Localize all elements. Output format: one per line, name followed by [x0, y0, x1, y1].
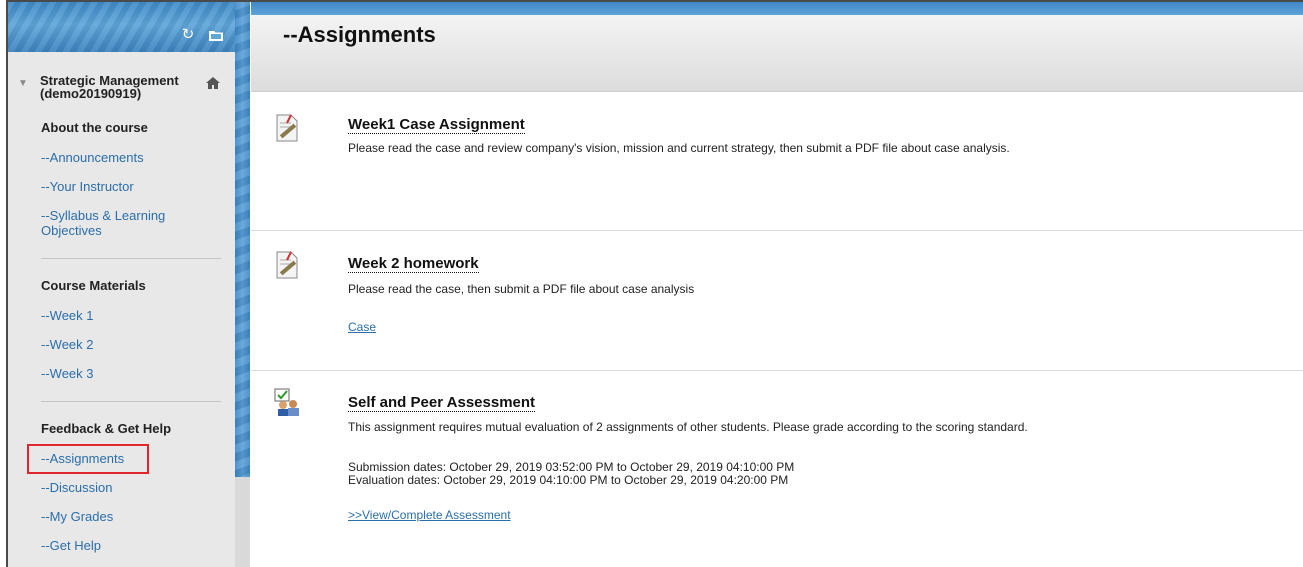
refresh-icon[interactable]: ↻: [178, 26, 198, 44]
nav-link-your-instructor[interactable]: --Your Instructor: [8, 179, 235, 194]
course-title[interactable]: Strategic Management (demo20190919): [40, 74, 190, 100]
sidebar-banner: ↻: [8, 2, 235, 52]
content-item: Week 2 homework Please read the case, th…: [251, 231, 1303, 371]
nav-link-my-grades[interactable]: --My Grades: [8, 509, 235, 524]
content-item: Week1 Case Assignment Please read the ca…: [251, 94, 1303, 231]
section-heading-about: About the course: [41, 120, 148, 135]
section-heading-course-materials: Course Materials: [41, 278, 146, 293]
nav-link-announcements[interactable]: --Announcements: [8, 150, 235, 165]
content-item: Self and Peer Assessment This assignment…: [251, 371, 1303, 567]
course-menu: About the course --Announcements --Your …: [8, 120, 235, 553]
content-area: --Assignments Week1 Case Assignment Plea…: [251, 2, 1303, 567]
page-title: --Assignments: [283, 22, 436, 47]
nav-link-syllabus[interactable]: --Syllabus & Learning Objectives: [8, 208, 178, 238]
submission-dates: Submission dates: October 29, 2019 03:52…: [348, 460, 795, 474]
assessment-title-link[interactable]: Self and Peer Assessment: [348, 395, 536, 412]
evaluation-dates: Evaluation dates: October 29, 2019 04:10…: [348, 473, 789, 487]
nav-link-week-2[interactable]: --Week 2: [8, 337, 235, 352]
assignment-description: Please read the case and review company'…: [348, 141, 1010, 155]
nav-link-get-help[interactable]: --Get Help: [8, 538, 235, 553]
view-complete-assessment-link[interactable]: >>View/Complete Assessment: [348, 508, 511, 522]
assignment-title-link[interactable]: Week 2 homework: [348, 256, 479, 273]
assignment-title-link[interactable]: Week1 Case Assignment: [348, 117, 525, 134]
page-header: --Assignments: [251, 15, 1303, 92]
assignment-icon: [276, 114, 298, 142]
folder-icon[interactable]: [206, 26, 226, 44]
assignment-icon: [276, 251, 298, 279]
peer-assessment-icon: [274, 388, 299, 416]
section-heading-feedback: Feedback & Get Help: [41, 421, 172, 436]
course-title-row: ▼ Strategic Management (demo20190919): [8, 52, 235, 100]
collapse-triangle-icon[interactable]: ▼: [18, 78, 40, 89]
case-file-link[interactable]: Case: [348, 320, 376, 334]
selected-link-highlight: [27, 444, 149, 474]
nav-link-week-3[interactable]: --Week 3: [8, 366, 235, 381]
nav-link-discussion[interactable]: --Discussion: [8, 480, 235, 495]
home-icon[interactable]: [205, 76, 221, 90]
assignment-description: Please read the case, then submit a PDF …: [348, 282, 695, 296]
course-menu-sidebar: ↻ ▼ Strategic Management (demo20190919) …: [8, 2, 235, 567]
sidebar-resize-strip[interactable]: [235, 2, 250, 567]
assessment-description: This assignment requires mutual evaluati…: [348, 420, 1028, 434]
nav-link-week-1[interactable]: --Week 1: [8, 308, 235, 323]
